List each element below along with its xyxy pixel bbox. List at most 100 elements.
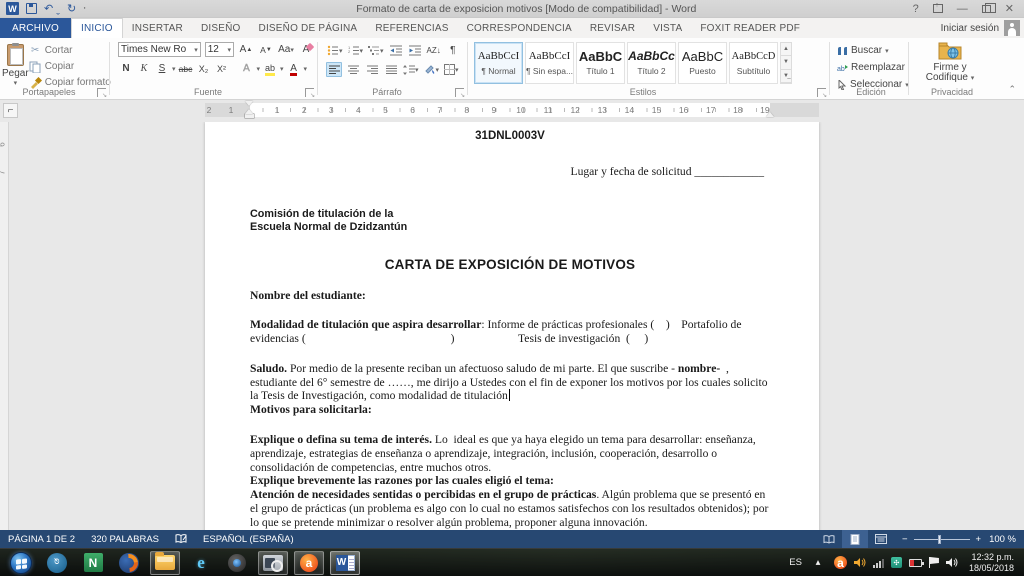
word-app-icon[interactable]: W xyxy=(6,2,19,15)
text-effects-button[interactable]: A xyxy=(239,61,255,76)
clipboard-dialog-launcher[interactable] xyxy=(97,88,106,97)
italic-button[interactable]: K xyxy=(136,61,152,76)
styles-more-button[interactable]: ▼̲ xyxy=(781,70,791,83)
grow-font-button[interactable]: A▲ xyxy=(238,42,254,57)
sort-button[interactable]: AZ↓ xyxy=(426,43,442,58)
paste-dropdown-arrow[interactable]: ▾ xyxy=(14,79,18,87)
zoom-in-button[interactable]: + xyxy=(976,534,982,545)
multilevel-list-button[interactable]: ▾ xyxy=(367,43,385,58)
customize-qat-button[interactable]: ⸱ xyxy=(83,2,86,16)
paragraph-dialog-launcher[interactable] xyxy=(455,88,464,97)
style-titulo-2[interactable]: AaBbCc Título 2 xyxy=(627,42,676,84)
tray-avast-icon[interactable] xyxy=(834,556,847,569)
strikethrough-button[interactable]: abc xyxy=(178,61,194,76)
hanging-indent-marker[interactable] xyxy=(245,109,253,114)
help-button[interactable]: ? xyxy=(913,3,919,15)
read-mode-button[interactable] xyxy=(816,530,842,548)
minimize-button[interactable]: — xyxy=(957,3,968,15)
decrease-indent-button[interactable] xyxy=(388,43,404,58)
tab-referencias[interactable]: REFERENCIAS xyxy=(366,18,457,38)
style-subtitulo[interactable]: AaBbCcD Subtítulo xyxy=(729,42,778,84)
align-center-button[interactable] xyxy=(345,62,361,77)
increase-indent-button[interactable] xyxy=(407,43,423,58)
taskbar-firefox[interactable] xyxy=(114,551,144,575)
zoom-slider-thumb[interactable] xyxy=(938,535,941,544)
tab-archivo[interactable]: ARCHIVO xyxy=(0,18,71,38)
document-text[interactable]: 31DNL0003V Lugar y fecha de solicitud __… xyxy=(250,130,770,530)
taskbar-internet-explorer[interactable]: e xyxy=(186,551,216,575)
start-button[interactable] xyxy=(6,551,36,575)
align-left-button[interactable] xyxy=(326,62,342,77)
taskbar-media-player[interactable] xyxy=(258,551,288,575)
find-button[interactable]: Buscar▾ xyxy=(837,43,909,58)
taskbar-file-explorer[interactable] xyxy=(150,551,180,575)
cut-button[interactable]: ✂ Cortar xyxy=(29,43,111,58)
highlight-color-button[interactable]: ab xyxy=(262,61,278,76)
left-indent-marker[interactable] xyxy=(245,114,254,118)
line-spacing-button[interactable]: ▾ xyxy=(402,62,420,77)
bold-button[interactable]: N xyxy=(118,61,134,76)
document-page[interactable]: 31DNL0003V Lugar y fecha de solicitud __… xyxy=(205,122,819,530)
font-dialog-launcher[interactable] xyxy=(305,88,314,97)
shrink-font-button[interactable]: A▼ xyxy=(258,42,274,57)
tab-inicio[interactable]: INICIO xyxy=(71,18,123,38)
tab-stop-selector[interactable]: ⌐ xyxy=(3,103,18,118)
font-color-button[interactable]: A xyxy=(286,61,302,76)
sign-in-link[interactable]: Iniciar sesión xyxy=(941,23,999,34)
zoom-slider-track[interactable] xyxy=(914,539,970,540)
word-count[interactable]: 320 PALABRAS xyxy=(83,530,167,548)
style-normal[interactable]: AaBbCcI ¶ Normal xyxy=(474,42,523,84)
styles-scroll-down-button[interactable]: ▼ xyxy=(781,56,791,69)
font-name-combobox[interactable]: Times New Ro▾ xyxy=(118,42,201,57)
numbering-button[interactable]: 12▾ xyxy=(347,43,365,58)
tray-speaker-icon[interactable] xyxy=(946,557,958,568)
tray-signal-icon[interactable] xyxy=(873,558,884,568)
zoom-out-button[interactable]: − xyxy=(902,534,908,545)
tab-vista[interactable]: VISTA xyxy=(644,18,691,38)
font-size-combobox[interactable]: 12▾ xyxy=(205,42,234,57)
web-layout-button[interactable] xyxy=(868,530,894,548)
ribbon-display-options-button[interactable] xyxy=(933,4,943,13)
copy-button[interactable]: Copiar xyxy=(29,59,111,74)
clear-formatting-button[interactable]: A xyxy=(298,42,314,57)
first-line-indent-marker[interactable] xyxy=(245,101,253,106)
change-case-button[interactable]: Aa▾ xyxy=(278,42,294,57)
print-layout-button[interactable] xyxy=(842,530,868,548)
shading-button[interactable]: ▾ xyxy=(423,62,441,77)
taskbar-word[interactable]: W xyxy=(330,551,360,575)
taskbar-green-app[interactable]: N xyxy=(78,551,108,575)
font-color-dropdown-icon[interactable]: ▾ xyxy=(304,65,308,73)
tab-foxit-reader-pdf[interactable]: FOXIT READER PDF xyxy=(691,18,809,38)
taskbar-avast[interactable] xyxy=(294,551,324,575)
justify-button[interactable] xyxy=(383,62,399,77)
collapse-ribbon-button[interactable]: ⌃ xyxy=(1008,84,1016,95)
paste-button[interactable]: Pegar ▾ xyxy=(2,40,29,90)
right-indent-marker[interactable] xyxy=(766,112,774,117)
language-indicator[interactable]: ESPAÑOL (ESPAÑA) xyxy=(195,530,302,548)
tray-language[interactable]: ES xyxy=(789,557,802,568)
underline-button[interactable]: S xyxy=(154,61,170,76)
redo-button[interactable]: ↻ xyxy=(67,2,76,16)
style-titulo-1[interactable]: AaBbC Título 1 xyxy=(576,42,625,84)
user-avatar-icon[interactable] xyxy=(1004,20,1020,36)
tab-diseno-de-pagina[interactable]: DISEÑO DE PÁGINA xyxy=(250,18,367,38)
bullets-button[interactable]: ▾ xyxy=(326,43,344,58)
tray-action-center-icon[interactable] xyxy=(929,557,939,568)
underline-dropdown-icon[interactable]: ▾ xyxy=(172,65,176,73)
tray-battery-icon[interactable] xyxy=(909,559,922,567)
vertical-ruler[interactable]: 6 7 xyxy=(0,122,9,530)
save-button[interactable] xyxy=(26,3,37,14)
tab-correspondencia[interactable]: CORRESPONDENCIA xyxy=(458,18,581,38)
align-right-button[interactable] xyxy=(364,62,380,77)
taskbar-network-app[interactable]: ᭷ xyxy=(42,551,72,575)
show-paragraph-marks-button[interactable]: ¶ xyxy=(445,43,461,58)
indent-markers[interactable] xyxy=(245,101,254,119)
horizontal-ruler[interactable]: 21 12345678910111213141516171819 xyxy=(205,103,819,117)
tray-teal-app-icon[interactable]: ✣ xyxy=(891,557,902,568)
tray-show-hidden-icons[interactable]: ▴ xyxy=(809,550,827,576)
replace-button[interactable]: ab Reemplazar xyxy=(837,60,909,75)
tab-insertar[interactable]: INSERTAR xyxy=(123,18,192,38)
undo-button[interactable]: ↶ ˬ xyxy=(44,2,60,16)
proofing-status[interactable] xyxy=(167,530,195,548)
restore-button[interactable] xyxy=(982,5,991,13)
